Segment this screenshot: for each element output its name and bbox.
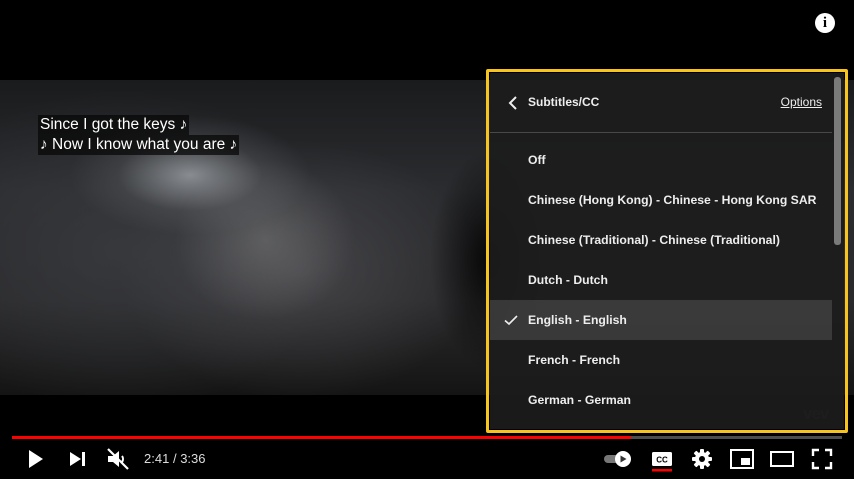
current-time: 2:41: [144, 451, 170, 466]
autoplay-toggle[interactable]: [603, 450, 633, 468]
next-icon: [70, 452, 85, 466]
fullscreen-icon: [811, 448, 833, 470]
menu-item-label: English - English: [528, 313, 627, 327]
time-display: 2:41 / 3:36: [144, 451, 206, 466]
back-button[interactable]: [506, 94, 522, 112]
theater-mode-icon: [770, 451, 794, 467]
subtitle-option-off[interactable]: Off: [490, 140, 832, 180]
play-button[interactable]: [24, 448, 46, 470]
duration: 3:36: [180, 451, 206, 466]
menu-header: Subtitles/CC Options: [490, 73, 832, 133]
autoplay-toggle-icon: [604, 451, 631, 467]
subtitle-option-chinese-hong-kong[interactable]: Chinese (Hong Kong) - Chinese - Hong Kon…: [490, 180, 832, 220]
next-button[interactable]: [68, 450, 88, 468]
miniplayer-icon: [730, 449, 754, 469]
menu-item-label: Off: [528, 153, 546, 167]
gear-icon: [692, 449, 712, 469]
menu-item-label: Dutch - Dutch: [528, 273, 608, 287]
mute-button[interactable]: [106, 447, 130, 471]
subtitle-option-dutch[interactable]: Dutch - Dutch: [490, 260, 832, 300]
caption-line-1: Since I got the keys ♪: [38, 115, 190, 135]
svg-text:CC: CC: [656, 456, 668, 465]
volume-muted-icon: [107, 448, 129, 470]
subtitle-option-english[interactable]: English - English: [490, 300, 832, 340]
menu-title: Subtitles/CC: [528, 95, 600, 109]
menu-scrollbar[interactable]: [834, 77, 841, 245]
menu-item-label: French - French: [528, 353, 621, 367]
video-player[interactable]: vev i Since I got the keys ♪ ♪ Now I kno…: [0, 0, 854, 479]
play-icon: [29, 450, 43, 468]
subtitles-settings-menu: Subtitles/CC Options Off Chinese (Hong K…: [490, 73, 844, 429]
menu-item-label: Chinese (Traditional) - Chinese (Traditi…: [528, 233, 780, 247]
miniplayer-button[interactable]: [730, 449, 754, 469]
subtitle-track-list: Off Chinese (Hong Kong) - Chinese - Hong…: [490, 140, 832, 420]
fullscreen-button[interactable]: [811, 448, 833, 470]
options-link[interactable]: Options: [781, 95, 822, 109]
caption-line-2: ♪ Now I know what you are ♪: [38, 135, 240, 155]
settings-button[interactable]: [691, 448, 713, 470]
chevron-left-icon: [508, 96, 517, 110]
info-button[interactable]: i: [815, 13, 835, 33]
subtitle-option-french[interactable]: French - French: [490, 340, 832, 380]
info-icon: i: [822, 15, 828, 31]
checkmark-icon: [504, 315, 518, 326]
subtitle-option-german[interactable]: German - German: [490, 380, 832, 420]
captions-window[interactable]: Since I got the keys ♪ ♪ Now I know what…: [38, 115, 240, 155]
theater-mode-button[interactable]: [770, 450, 794, 468]
menu-item-label: Chinese (Hong Kong) - Chinese - Hong Kon…: [528, 193, 817, 207]
subtitles-button[interactable]: CC: [651, 450, 673, 472]
progress-played: [12, 436, 632, 439]
closed-captions-icon: CC: [652, 452, 672, 472]
subtitle-option-chinese-traditional[interactable]: Chinese (Traditional) - Chinese (Traditi…: [490, 220, 832, 260]
time-separator: /: [172, 451, 177, 466]
menu-item-label: German - German: [528, 393, 631, 407]
